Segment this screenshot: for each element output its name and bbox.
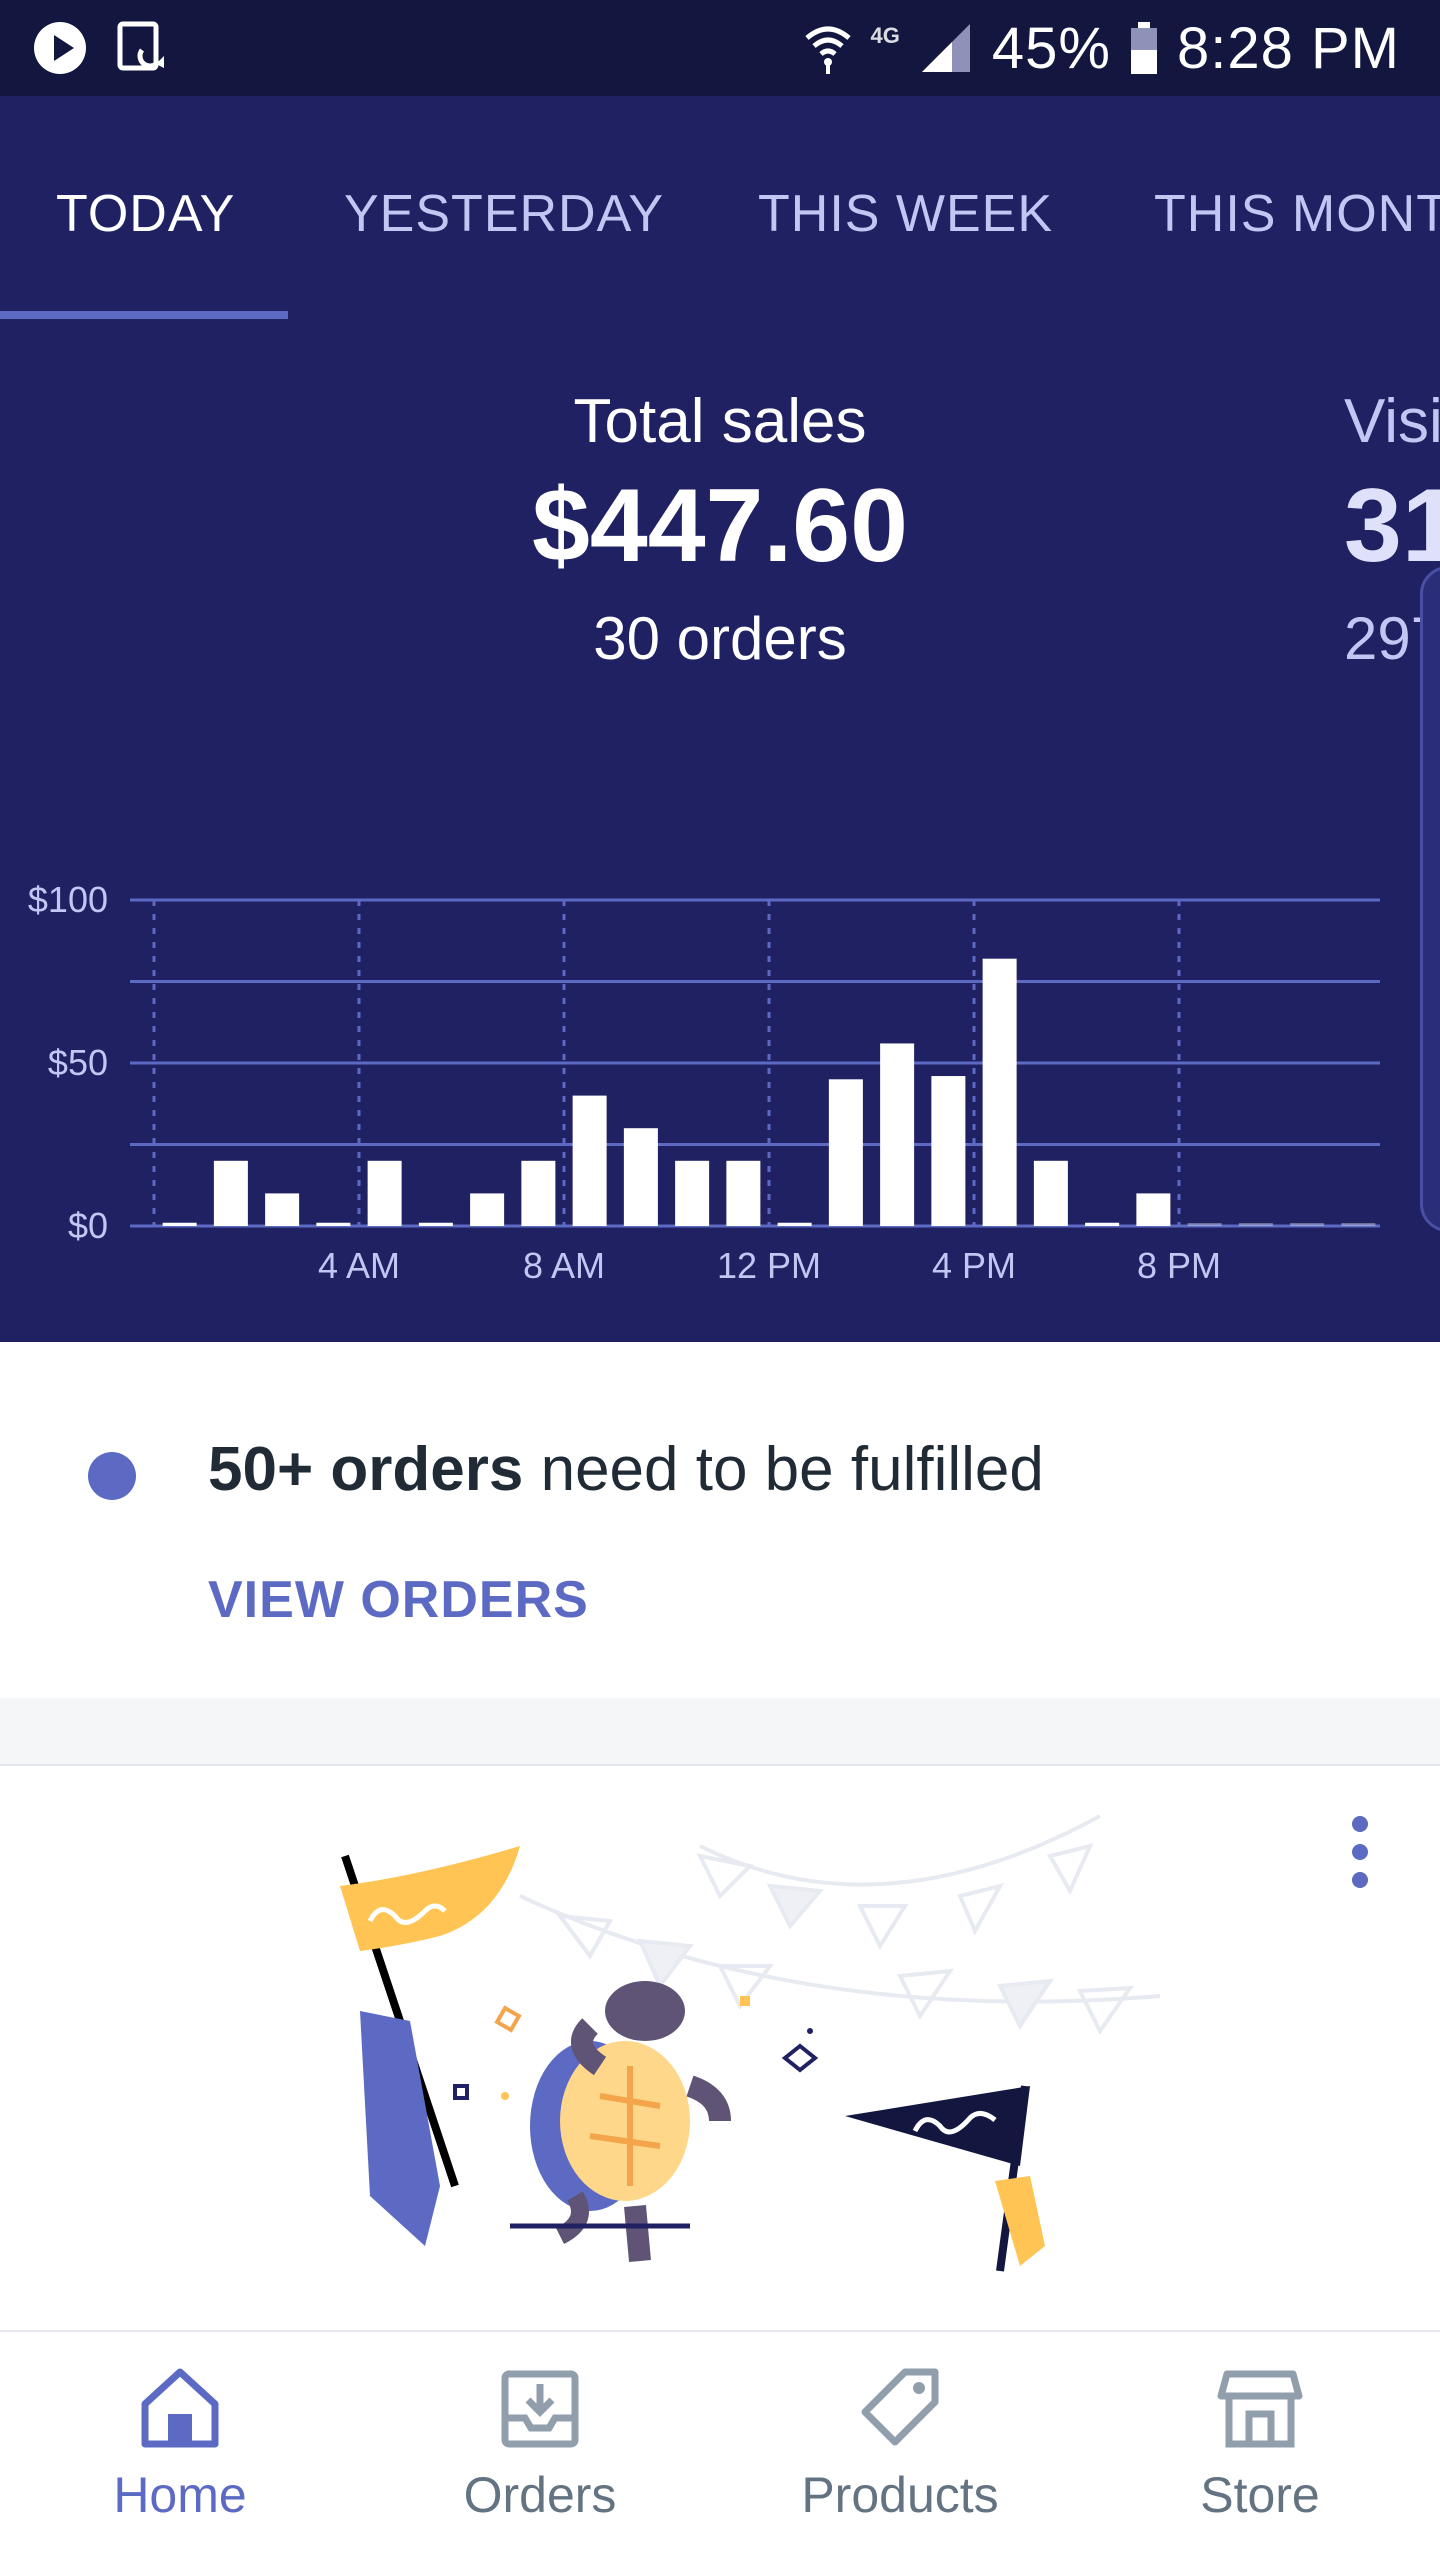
y-tick-label: $100 (28, 879, 108, 920)
bar-hour-21[interactable] (1238, 1223, 1273, 1226)
section-divider (0, 1698, 1440, 1764)
right-flag-icon (845, 2085, 1045, 2272)
celebration-card (0, 1764, 1440, 2332)
bar-hour-23[interactable] (1341, 1223, 1376, 1226)
bar-hour-16[interactable] (982, 958, 1017, 1226)
tag-icon (861, 2368, 939, 2446)
bar-hour-17[interactable] (1033, 1160, 1068, 1226)
battery-icon (1131, 22, 1157, 74)
bar-hour-14[interactable] (880, 1043, 915, 1226)
nav-store-label: Store (1200, 2467, 1320, 2523)
sales-dashboard: TODAY YESTERDAY THIS WEEK THIS MONT Tota… (0, 96, 1440, 1342)
turtle-icon (510, 1981, 731, 2262)
bar-hour-1[interactable] (213, 1160, 248, 1226)
nav-store[interactable]: Store (1080, 2362, 1440, 2524)
bar-hour-13[interactable] (828, 1079, 863, 1226)
bar-hour-5[interactable] (418, 1222, 453, 1226)
bar-hour-9[interactable] (623, 1128, 658, 1226)
bar-hour-10[interactable] (675, 1160, 710, 1226)
bar-hour-4[interactable] (367, 1160, 402, 1226)
home-icon (141, 2368, 219, 2448)
bar-hour-0[interactable] (162, 1222, 197, 1226)
bar-hour-7[interactable] (521, 1160, 556, 1226)
nav-products-label: Products (801, 2467, 999, 2523)
hourly-sales-chart: $100 $50 $0 4 AM 8 AM 12 PM 4 PM 8 PM (28, 879, 1380, 1286)
clock: 8:28 PM (1177, 15, 1400, 81)
fulfill-orders-card: 50+ orders need to be fulfilled VIEW ORD… (0, 1342, 1440, 1698)
x-tick-label: 4 AM (318, 1245, 400, 1286)
play-icon (34, 22, 86, 74)
left-flag-icon (340, 1846, 520, 2246)
nav-products[interactable]: Products (720, 2362, 1080, 2524)
store-icon (1217, 2370, 1303, 2448)
bar-hour-20[interactable] (1187, 1223, 1222, 1226)
status-bar: 4G 45% 8:28 PM (0, 0, 1440, 96)
bar-hour-3[interactable] (316, 1222, 351, 1226)
x-tick-label: 12 PM (717, 1245, 821, 1286)
view-orders-button[interactable]: VIEW ORDERS (208, 1570, 589, 1630)
bottom-navigation: Home Orders Products Store (0, 2330, 1440, 2562)
y-tick-label: $50 (48, 1042, 108, 1083)
bar-hour-6[interactable] (470, 1193, 505, 1226)
screen-rotate-icon (117, 21, 164, 71)
battery-percent: 45% (991, 15, 1111, 81)
x-tick-label: 8 PM (1137, 1245, 1221, 1286)
fulfill-count: 50+ orders (208, 1435, 524, 1504)
y-tick-label: $0 (68, 1205, 108, 1246)
network-type: 4G (870, 23, 900, 48)
x-tick-label: 8 AM (523, 1245, 605, 1286)
bar-hour-2[interactable] (265, 1193, 300, 1226)
bar-hour-18[interactable] (1085, 1222, 1120, 1226)
nav-orders-label: Orders (463, 2467, 617, 2523)
wifi-icon (804, 26, 851, 74)
bar-hour-19[interactable] (1136, 1193, 1171, 1226)
bar-hour-8[interactable] (572, 1095, 607, 1226)
bar-hour-11[interactable] (726, 1160, 761, 1226)
fulfill-text: need to be fulfilled (523, 1435, 1044, 1504)
orders-inbox-icon (501, 2370, 579, 2448)
fulfill-message: 50+ orders need to be fulfilled (208, 1434, 1044, 1505)
bar-hour-12[interactable] (777, 1222, 812, 1226)
celebration-illustration (340, 1814, 1161, 2272)
nav-home[interactable]: Home (0, 2362, 360, 2524)
x-tick-label: 4 PM (932, 1245, 1016, 1286)
bar-hour-22[interactable] (1290, 1223, 1325, 1226)
nav-home-label: Home (113, 2467, 247, 2523)
nav-orders[interactable]: Orders (360, 2362, 720, 2524)
bar-hour-15[interactable] (931, 1076, 966, 1226)
status-dot-icon (88, 1452, 136, 1500)
signal-icon (921, 24, 970, 72)
